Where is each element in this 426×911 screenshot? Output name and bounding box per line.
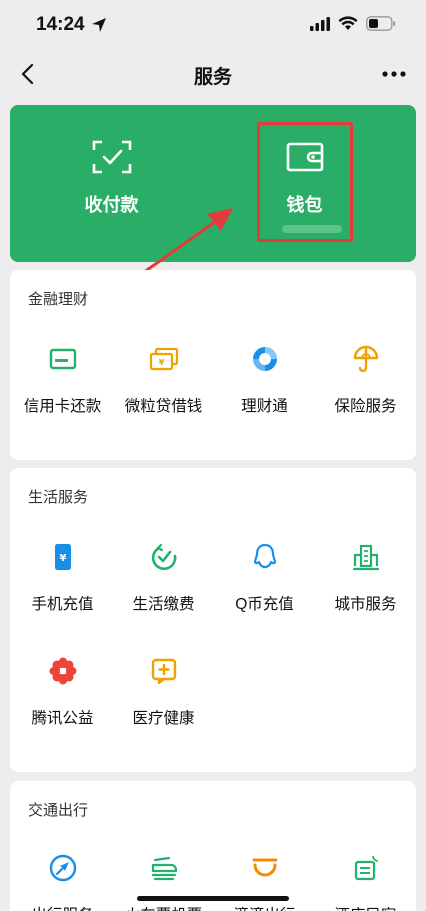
travel-services-item[interactable]: 出行服务 — [12, 853, 113, 911]
wealth-label: 理财通 — [241, 398, 288, 415]
loan-label: 微粒贷借钱 — [124, 398, 203, 415]
scan-pay-icon — [92, 140, 131, 174]
qcoin-icon — [253, 543, 276, 569]
insurance-icon — [353, 345, 378, 373]
more-icon — [382, 71, 406, 77]
finance-section: 金融理财 信用卡还款 ¥ 微粒贷借钱 理财通 保险服务 — [10, 270, 416, 460]
city-services-item[interactable]: 城市服务 — [315, 542, 416, 632]
status-time: 14:24 — [36, 14, 85, 35]
train-ticket-label: 火车票机票 — [113, 903, 214, 911]
insurance-item[interactable]: 保险服务 — [315, 344, 416, 434]
section-title-travel: 交通出行 — [28, 802, 89, 819]
section-title-finance: 金融理财 — [28, 291, 89, 308]
charity-item[interactable]: 腾讯公益 — [12, 656, 113, 746]
life-section: 生活服务 ¥ 手机充值 生活缴费 Q币充值 城市服务 腾讯公益 医疗健康 — [10, 468, 416, 772]
travel-section: 交通出行 出行服务 火车票机票 滴滴出行 酒店民宿 — [10, 781, 416, 911]
svg-text:¥: ¥ — [59, 553, 66, 564]
train-ticket-item[interactable]: 火车票机票 — [113, 853, 214, 911]
medical-icon — [151, 658, 176, 685]
loan-item[interactable]: ¥ 微粒贷借钱 — [113, 344, 214, 434]
battery-icon — [366, 16, 396, 31]
hotel-item[interactable]: 酒店民宿 — [315, 853, 416, 911]
hotel-icon — [354, 855, 378, 881]
page-title: 服务 — [193, 67, 232, 88]
hotel-label: 酒店民宿 — [315, 903, 416, 911]
city-services-icon — [352, 544, 379, 571]
didi-label: 滴滴出行 — [214, 903, 315, 911]
home-indicator — [137, 896, 289, 901]
travel-icon — [49, 854, 76, 882]
qcoin-label: Q币充值 — [235, 596, 294, 613]
insurance-label: 保险服务 — [334, 398, 397, 415]
phone-topup-label: 手机充值 — [31, 596, 94, 613]
credit-card-repay-label: 信用卡还款 — [23, 398, 102, 415]
didi-icon — [252, 858, 277, 877]
phone-topup-icon: ¥ — [54, 544, 71, 570]
loan-icon: ¥ — [149, 347, 178, 371]
cellular-signal-icon — [310, 16, 330, 31]
location-arrow-icon — [91, 18, 106, 32]
annotation-arrow-icon — [138, 208, 233, 277]
utility-payment-label: 生活缴费 — [132, 596, 195, 613]
svg-text:¥: ¥ — [158, 358, 164, 367]
didi-item[interactable]: 滴滴出行 — [214, 853, 315, 911]
credit-card-repay-item[interactable]: 信用卡还款 — [12, 344, 113, 434]
phone-topup-item[interactable]: ¥ 手机充值 — [12, 542, 113, 632]
utility-payment-icon — [151, 543, 176, 571]
wifi-icon — [338, 16, 358, 30]
wealth-item[interactable]: 理财通 — [214, 344, 315, 434]
travel-services-label: 出行服务 — [12, 903, 113, 911]
utility-payment-item[interactable]: 生活缴费 — [113, 542, 214, 632]
credit-card-icon — [49, 348, 76, 370]
wealth-icon — [252, 347, 277, 371]
status-bar: 14:24 — [0, 0, 426, 50]
charity-icon — [49, 657, 76, 685]
section-title-life: 生活服务 — [28, 489, 89, 506]
medical-item[interactable]: 医疗健康 — [113, 656, 214, 746]
nav-bar: 服务 — [0, 50, 426, 98]
more-button[interactable] — [380, 62, 408, 86]
status-time-wrap: 14:24 — [36, 14, 107, 36]
train-ticket-icon — [151, 856, 177, 881]
medical-label: 医疗健康 — [132, 710, 195, 727]
charity-label: 腾讯公益 — [31, 710, 94, 727]
qcoin-item[interactable]: Q币充值 — [214, 542, 315, 632]
city-services-label: 城市服务 — [334, 596, 397, 613]
highlight-box — [257, 122, 353, 242]
status-icons — [310, 16, 396, 31]
